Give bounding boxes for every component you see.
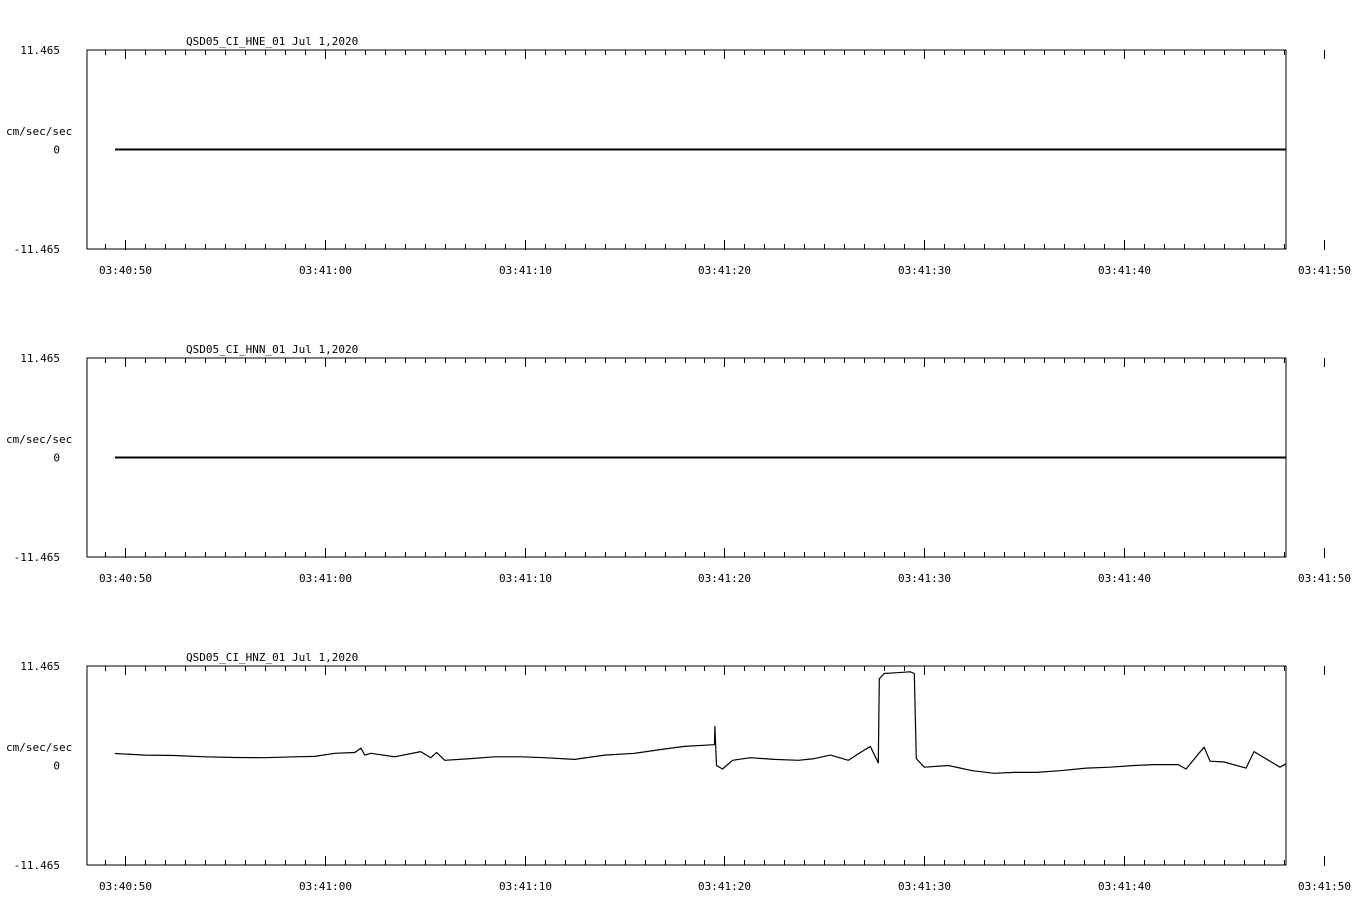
panel-title: QSD05_CI_HNE_01 Jul 1,2020 [186, 35, 358, 48]
y-tick-label: -11.465 [14, 551, 60, 564]
x-tick-label: 03:41:00 [299, 880, 352, 893]
y-axis-label: cm/sec/sec [6, 125, 72, 138]
x-tick-label: 03:41:50 [1298, 264, 1351, 277]
x-tick-label: 03:41:40 [1098, 264, 1151, 277]
x-tick-label: 03:41:30 [898, 264, 951, 277]
y-tick-label: 11.465 [20, 44, 60, 57]
x-tick-label: 03:41:20 [698, 880, 751, 893]
x-tick-label: 03:41:10 [499, 572, 552, 585]
x-tick-label: 03:40:50 [99, 264, 152, 277]
x-tick-label: 03:41:50 [1298, 572, 1351, 585]
y-tick-label: 11.465 [20, 352, 60, 365]
panel-1: QSD05_CI_HNE_01 Jul 1,2020 11.465 0 -11.465… [6, 35, 1351, 277]
panel-2: QSD05_CI_HNN_01 Jul 1,2020 11.465 0 -11.465… [6, 343, 1351, 585]
x-tick-label: 03:41:30 [898, 572, 951, 585]
y-tick-label: 0 [53, 144, 60, 157]
x-tick-label: 03:41:40 [1098, 572, 1151, 585]
y-tick-label: 0 [53, 760, 60, 773]
y-axis-label: cm/sec/sec [6, 741, 72, 754]
plot-frame [86, 665, 1287, 866]
panel-title: QSD05_CI_HNZ_01 Jul 1,2020 [186, 651, 358, 664]
x-tick-label: 03:41:00 [299, 264, 352, 277]
x-tick-label: 03:40:50 [99, 572, 152, 585]
x-tick-label: 03:40:50 [99, 880, 152, 893]
x-tick-label: 03:41:50 [1298, 880, 1351, 893]
y-tick-label: -11.465 [14, 243, 60, 256]
x-tick-label: 03:41:40 [1098, 880, 1151, 893]
x-tick-label: 03:41:10 [499, 264, 552, 277]
trace-line [114, 671, 1287, 774]
x-tick-label: 03:41:20 [698, 572, 751, 585]
y-tick-label: -11.465 [14, 859, 60, 872]
panel-3: QSD05_CI_HNZ_01 Jul 1,2020 11.465 0 -11.465… [6, 651, 1351, 893]
x-tick-label: 03:41:00 [299, 572, 352, 585]
seismogram-panels: QSD05_CI_HNE_01 Jul 1,2020 11.465 0 -11.465… [6, 35, 1351, 893]
y-axis-label: cm/sec/sec [6, 433, 72, 446]
x-tick-label: 03:41:20 [698, 264, 751, 277]
x-tick-label: 03:41:10 [499, 880, 552, 893]
panel-title: QSD05_CI_HNN_01 Jul 1,2020 [186, 343, 358, 356]
y-tick-label: 11.465 [20, 660, 60, 673]
y-tick-label: 0 [53, 452, 60, 465]
x-tick-label: 03:41:30 [898, 880, 951, 893]
